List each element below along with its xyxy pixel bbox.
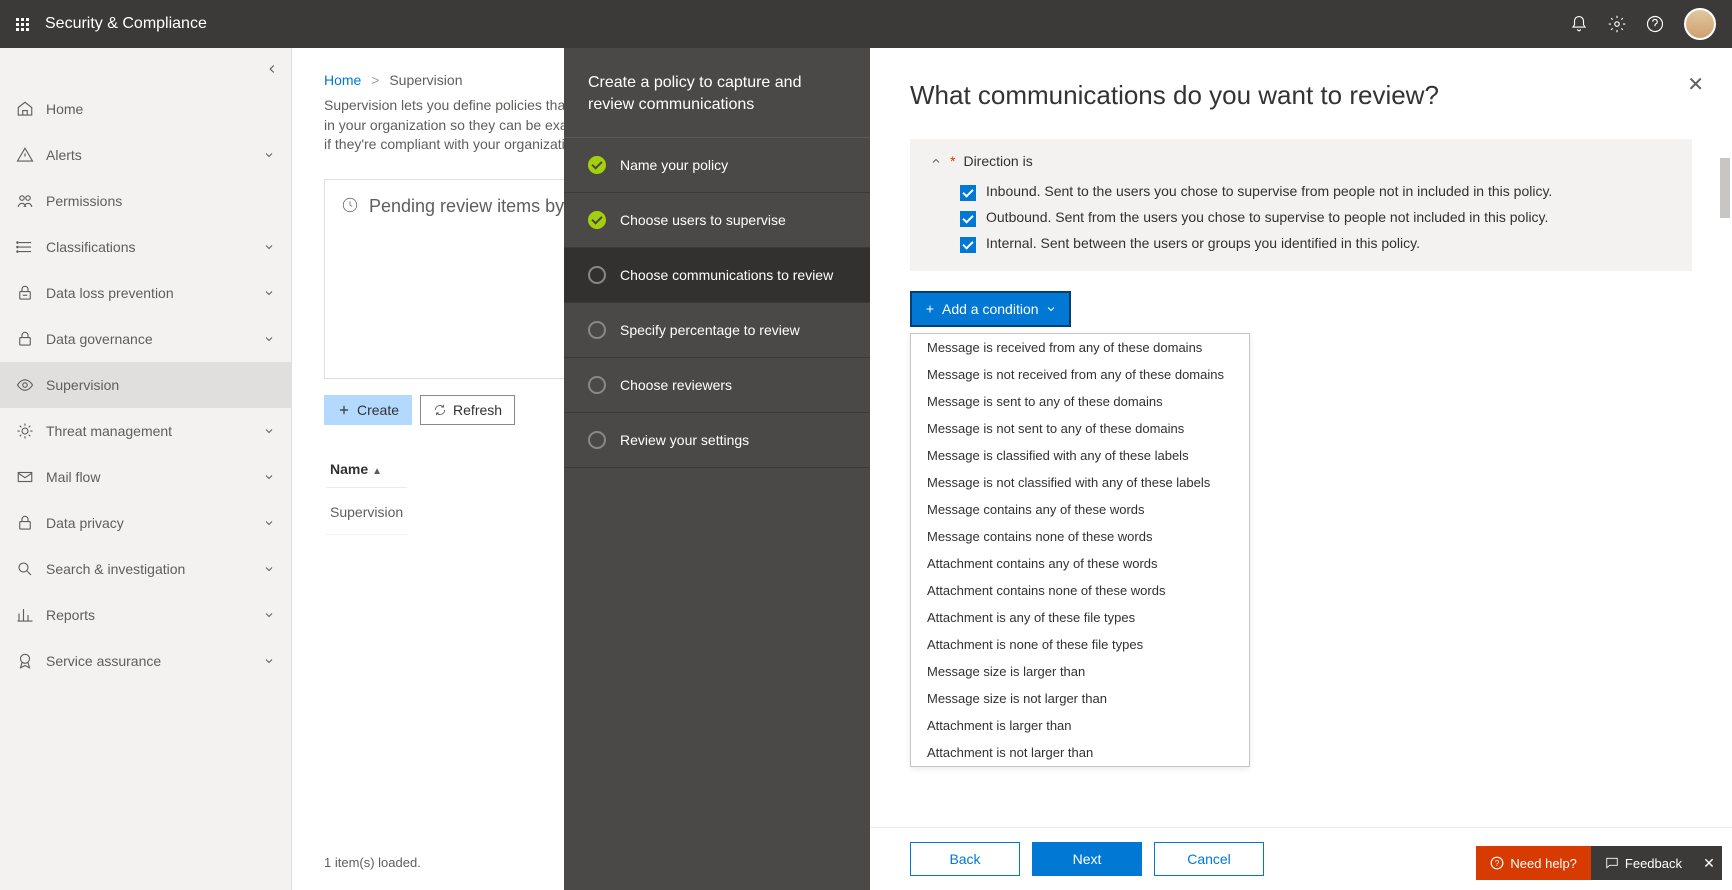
direction-toggle[interactable]: * Direction is	[930, 153, 1672, 169]
notifications-icon[interactable]	[1570, 15, 1588, 33]
step-label: Choose reviewers	[620, 377, 732, 393]
wizard-steps-panel: Create a policy to capture and review co…	[564, 48, 870, 890]
step-label: Choose communications to review	[620, 267, 833, 283]
next-button[interactable]: Next	[1032, 842, 1142, 876]
settings-icon[interactable]	[1608, 15, 1626, 33]
condition-option[interactable]: Message is not received from any of thes…	[911, 361, 1249, 388]
help-icon[interactable]	[1646, 15, 1664, 33]
checkbox-checked-icon[interactable]	[960, 185, 976, 201]
chevron-down-icon	[1045, 303, 1057, 315]
step-indicator-icon	[588, 266, 606, 284]
close-wizard-button[interactable]: ✕	[1687, 72, 1704, 97]
chevron-up-icon	[930, 155, 942, 167]
condition-option[interactable]: Message is classified with any of these …	[911, 442, 1249, 469]
direction-label: Inbound. Sent to the users you chose to …	[986, 183, 1552, 199]
wizard-step-4[interactable]: Choose reviewers	[564, 358, 870, 413]
condition-option[interactable]: Attachment contains any of these words	[911, 550, 1249, 577]
condition-option[interactable]: Message is sent to any of these domains	[911, 388, 1249, 415]
topbar: Security & Compliance	[0, 0, 1732, 48]
step-label: Name your policy	[620, 157, 728, 173]
direction-checkbox-row[interactable]: Inbound. Sent to the users you chose to …	[930, 179, 1672, 205]
help-bar-close[interactable]: ✕	[1696, 846, 1722, 880]
help-circle-icon: ?	[1490, 856, 1504, 870]
scrollbar-thumb[interactable]	[1720, 158, 1730, 218]
checkbox-checked-icon[interactable]	[960, 211, 976, 227]
svg-text:?: ?	[1495, 859, 1500, 868]
need-help-button[interactable]: ? Need help?	[1476, 846, 1591, 880]
back-button[interactable]: Back	[910, 842, 1020, 876]
wizard-step-2[interactable]: Choose communications to review	[564, 248, 870, 303]
direction-label: Internal. Sent between the users or grou…	[986, 235, 1420, 251]
wizard-step-3[interactable]: Specify percentage to review	[564, 303, 870, 358]
wizard-step-0[interactable]: Name your policy	[564, 138, 870, 193]
step-label: Review your settings	[620, 432, 749, 448]
condition-option[interactable]: Message size is not larger than	[911, 685, 1249, 712]
condition-option[interactable]: Attachment contains none of these words	[911, 577, 1249, 604]
condition-option[interactable]: Message contains any of these words	[911, 496, 1249, 523]
step-indicator-icon	[588, 321, 606, 339]
wizard-step-5[interactable]: Review your settings	[564, 413, 870, 468]
add-condition-button[interactable]: Add a condition	[910, 291, 1071, 327]
wizard-header: Create a policy to capture and review co…	[564, 48, 870, 138]
condition-option[interactable]: Attachment is any of these file types	[911, 604, 1249, 631]
wizard-step-1[interactable]: Choose users to supervise	[564, 193, 870, 248]
wizard-title: What communications do you want to revie…	[910, 80, 1692, 111]
condition-option[interactable]: Message is not classified with any of th…	[911, 469, 1249, 496]
wizard-content: ✕ What communications do you want to rev…	[870, 48, 1732, 890]
step-label: Specify percentage to review	[620, 322, 800, 338]
wizard-overlay: Create a policy to capture and review co…	[0, 48, 1732, 890]
app-title: Security & Compliance	[45, 15, 207, 33]
user-avatar[interactable]	[1684, 8, 1716, 40]
condition-dropdown: Message is received from any of these do…	[910, 333, 1250, 767]
plus-icon	[924, 303, 936, 315]
direction-section: * Direction is Inbound. Sent to the user…	[910, 139, 1692, 271]
direction-checkbox-row[interactable]: Internal. Sent between the users or grou…	[930, 231, 1672, 257]
feedback-button[interactable]: Feedback	[1591, 846, 1696, 880]
app-launcher-icon[interactable]	[16, 18, 29, 31]
condition-option[interactable]: Attachment is none of these file types	[911, 631, 1249, 658]
direction-label: Outbound. Sent from the users you chose …	[986, 209, 1548, 225]
step-indicator-icon	[588, 156, 606, 174]
condition-option[interactable]: Message is not sent to any of these doma…	[911, 415, 1249, 442]
direction-checkbox-row[interactable]: Outbound. Sent from the users you chose …	[930, 205, 1672, 231]
condition-option[interactable]: Message size is larger than	[911, 658, 1249, 685]
condition-option[interactable]: Message contains none of these words	[911, 523, 1249, 550]
condition-option[interactable]: Message is received from any of these do…	[911, 334, 1249, 361]
chat-icon	[1605, 856, 1619, 870]
condition-option[interactable]: Attachment is larger than	[911, 712, 1249, 739]
condition-option[interactable]: Attachment is not larger than	[911, 739, 1249, 766]
help-bar: ? Need help? Feedback ✕	[1476, 846, 1722, 880]
step-indicator-icon	[588, 376, 606, 394]
step-indicator-icon	[588, 431, 606, 449]
cancel-button[interactable]: Cancel	[1154, 842, 1264, 876]
checkbox-checked-icon[interactable]	[960, 237, 976, 253]
step-indicator-icon	[588, 211, 606, 229]
step-label: Choose users to supervise	[620, 212, 786, 228]
